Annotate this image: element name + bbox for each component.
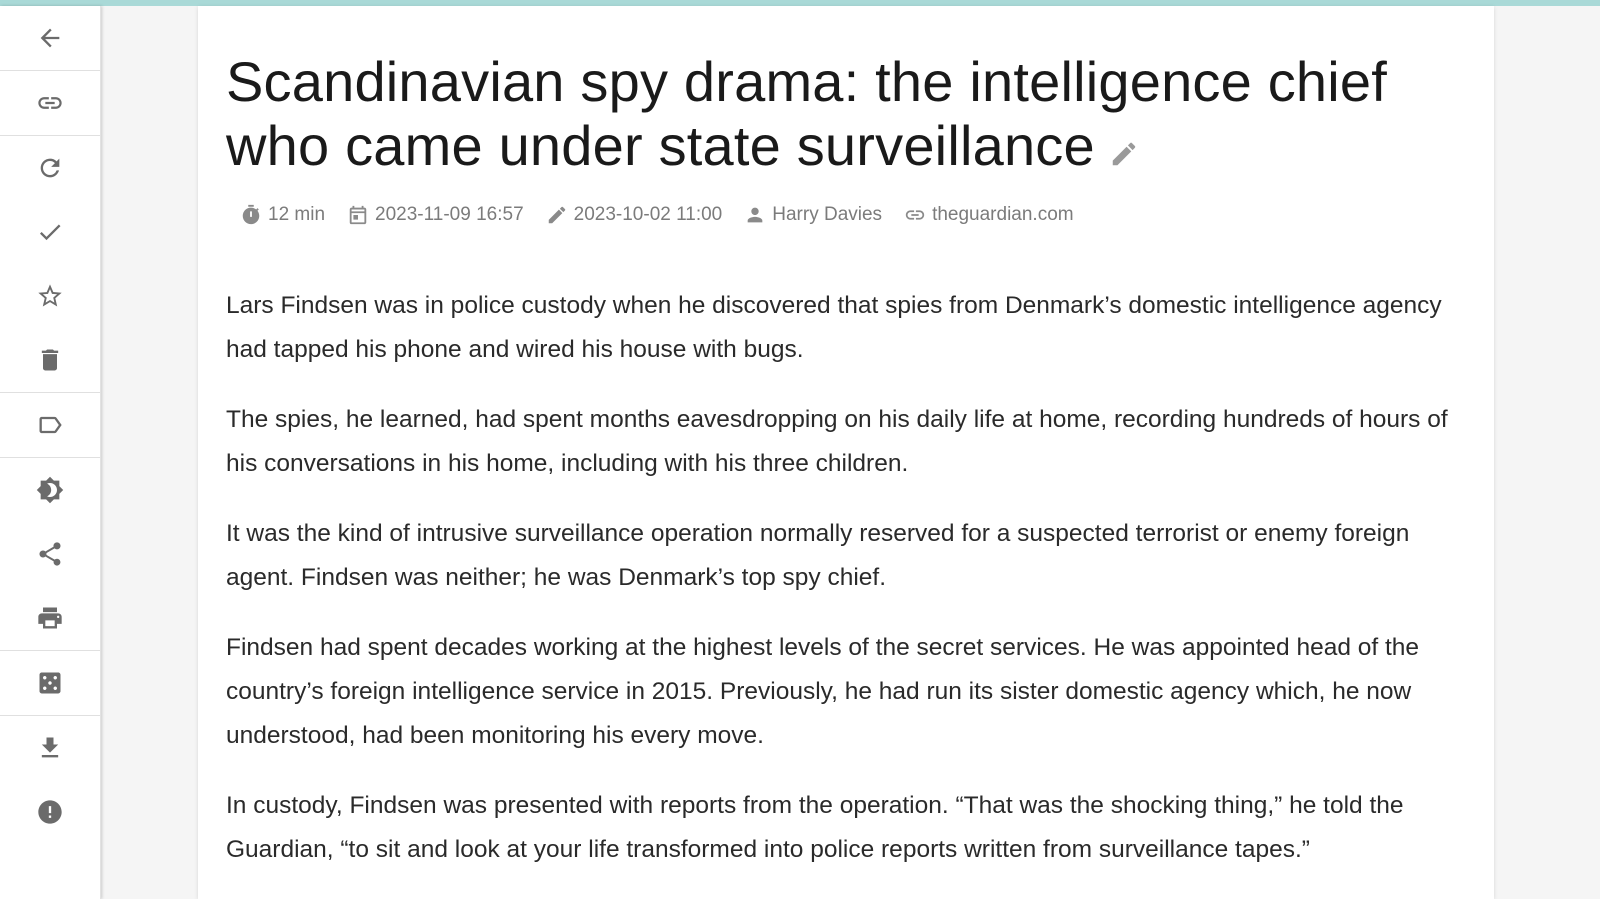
print-icon [38, 607, 62, 629]
article-paragraph: Findsen had spent decades working at the… [226, 634, 1420, 750]
dice-icon [39, 672, 61, 694]
tags-button[interactable] [0, 393, 100, 457]
author: Harry Davies [744, 204, 882, 226]
reading-time-text: 12 min [268, 204, 326, 226]
article-paragraph: Lars Findsen was in police custody when … [226, 292, 1442, 364]
back-arrow-icon [40, 28, 60, 48]
random-button[interactable] [0, 651, 100, 715]
alert-icon [38, 800, 62, 824]
author-text: Harry Davies [772, 204, 883, 226]
back-button[interactable] [0, 6, 100, 70]
delete-button[interactable] [0, 328, 100, 392]
article-title-text: Scandinavian spy drama: the intelligence… [226, 50, 1388, 177]
edit-title-button[interactable] [1109, 118, 1139, 182]
star-icon [38, 284, 62, 307]
article-paragraph: In custody, Findsen was presented with r… [226, 792, 1404, 864]
sidebar [0, 6, 101, 899]
article-meta: 12 min 2023-11-09 16:57 2023-10-02 11:00… [240, 204, 1464, 226]
article-paragraph: It was the kind of intrusive surveillanc… [226, 520, 1410, 592]
print-button[interactable] [0, 586, 100, 650]
pencil-icon [548, 206, 565, 224]
reading-time: 12 min [240, 204, 325, 226]
article-container: Scandinavian spy drama: the intelligence… [198, 6, 1494, 899]
download-icon [41, 737, 59, 758]
link-icon [905, 210, 925, 220]
source-link[interactable]: theguardian.com [904, 204, 1074, 226]
calendar-icon [349, 206, 367, 225]
created-date: 2023-11-09 16:57 [347, 204, 524, 226]
person-icon [747, 207, 763, 223]
check-icon [39, 224, 61, 241]
refresh-icon [40, 158, 60, 178]
timer-icon [242, 205, 260, 225]
open-original-button[interactable] [0, 71, 100, 135]
theme-button[interactable] [0, 458, 100, 522]
article-title: Scandinavian spy drama: the intelligence… [226, 50, 1464, 182]
link-icon [38, 97, 62, 109]
source-domain-text: theguardian.com [932, 204, 1074, 226]
share-button[interactable] [0, 522, 100, 586]
pencil-icon [1112, 142, 1136, 166]
download-button[interactable] [0, 716, 100, 780]
label-icon [39, 416, 62, 434]
article-paragraph: The spies, he learned, had spent months … [226, 406, 1448, 478]
favorite-button[interactable] [0, 264, 100, 328]
created-date-text: 2023-11-09 16:57 [375, 204, 524, 226]
share-icon [39, 542, 61, 566]
mark-read-button[interactable] [0, 200, 100, 264]
trash-icon [41, 349, 59, 371]
brightness-icon [36, 476, 64, 504]
article-body: Lars Findsen was in police custody when … [226, 284, 1464, 872]
report-button[interactable] [0, 780, 100, 844]
published-date: 2023-10-02 11:00 [546, 204, 723, 226]
refresh-button[interactable] [0, 136, 100, 200]
published-date-text: 2023-10-02 11:00 [573, 204, 723, 226]
